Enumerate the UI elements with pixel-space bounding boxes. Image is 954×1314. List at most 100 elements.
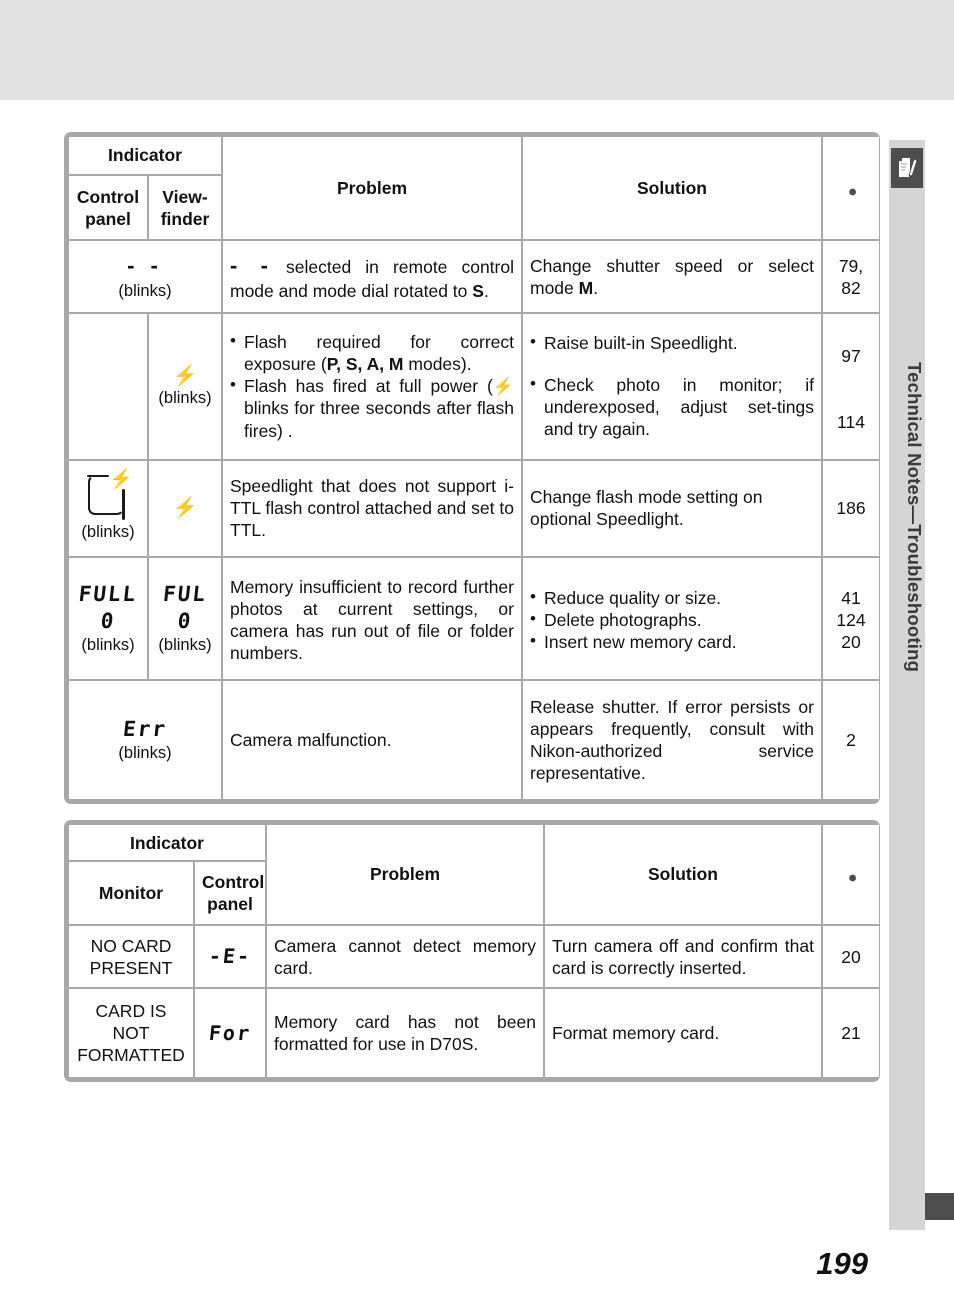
- header-viewfinder-line2: finder: [160, 208, 210, 229]
- row1-problem-lcd: - -: [230, 252, 272, 278]
- table-row: FULL 0 (blinks) FUL 0 (blinks) Memory in…: [69, 557, 879, 680]
- side-tab-bottom-marker: [925, 1193, 954, 1220]
- row2-page-ref-line1: 97: [841, 346, 861, 367]
- header-control-panel-line1: Control: [76, 186, 140, 207]
- row4-control-panel: FULL 0 (blinks): [69, 557, 147, 680]
- row2-problem-b1-post: modes).: [403, 354, 472, 375]
- row2-problem-list: Flash required for correct exposure (P, …: [230, 330, 514, 441]
- top-gray-band: [0, 0, 954, 100]
- header-viewfinder: View- finder: [149, 175, 221, 240]
- eye-reference-icon: [842, 176, 860, 198]
- row4-viewfinder: FUL 0 (blinks): [149, 557, 221, 680]
- list-item: Reduce quality or size.: [530, 586, 814, 609]
- header-indicator: Indicator: [69, 137, 221, 174]
- row4-blinks-note-vf: (blinks): [158, 636, 212, 655]
- t2row1-problem: Camera cannot detect memory card.: [267, 925, 543, 988]
- row5-page-ref: 2: [823, 681, 879, 799]
- table-row: Err (blinks) Camera malfunction. Release…: [69, 681, 879, 799]
- pencil-note-icon: [891, 148, 923, 188]
- row1-solution: Change shutter speed or select mode M.: [523, 241, 821, 313]
- row3-viewfinder: ⚡: [149, 460, 221, 556]
- row2-blinks-note: (blinks): [158, 388, 212, 407]
- indicator-troubleshooting-table-1: Indicator Problem Solution Control panel…: [64, 132, 880, 804]
- list-item: Delete photographs.: [530, 608, 814, 631]
- t2row2-page-ref: 21: [823, 989, 879, 1077]
- row4-blinks-note-cp: (blinks): [81, 636, 135, 655]
- row5-problem: Camera malfunction.: [223, 681, 521, 799]
- row3-solution: Change flash mode setting on optional Sp…: [523, 460, 821, 556]
- header-indicator-2: Indicator: [69, 825, 265, 861]
- row1-solution-end: .: [593, 277, 599, 298]
- flash-bolt-icon: ⚡: [172, 497, 198, 520]
- row3-problem: Speedlight that does not support i-TTL f…: [223, 460, 521, 556]
- table1-grid: Indicator Problem Solution Control panel…: [67, 135, 881, 801]
- t2row1-solution: Turn camera off and confirm that card is…: [545, 925, 821, 988]
- row1-solution-text: Change shutter speed or select mode: [530, 255, 814, 298]
- flash-bolt-icon: ⚡: [492, 377, 514, 397]
- list-item: Flash has fired at full power (⚡ blinks …: [230, 374, 514, 441]
- header-problem: Problem: [223, 137, 521, 240]
- row2-problem-modes: P, S, A, M: [326, 354, 404, 375]
- header-page-ref: [823, 137, 879, 240]
- header-viewfinder-line1: View-: [162, 186, 208, 207]
- header-page-ref-2: [823, 825, 879, 924]
- row1-problem-mode: S: [472, 280, 484, 301]
- list-item: Raise built-in Speedlight.: [530, 331, 814, 354]
- table-row: NO CARD PRESENT -E- Camera cannot detect…: [69, 925, 879, 988]
- row2-problem-b2-post: blinks for three seconds after flash fir…: [244, 398, 514, 441]
- row4-lcd-zero-vf: 0: [176, 608, 194, 633]
- t2row1-monitor-line1: NO CARD: [90, 935, 172, 956]
- row2-problem: Flash required for correct exposure (P, …: [223, 314, 521, 459]
- row4-solution-list: Reduce quality or size. Delete photograp…: [530, 586, 814, 653]
- row1-page-ref: 79, 82: [823, 241, 879, 313]
- header-control-panel: Control panel: [69, 175, 147, 240]
- row4-lcd-zero: 0: [99, 608, 117, 633]
- bracket-flash-icon: ⚡: [84, 470, 133, 521]
- row4-lcd-full: FULL: [77, 582, 139, 607]
- row2-viewfinder: ⚡ (blinks): [149, 314, 221, 459]
- row1-solution-mode: M: [578, 277, 594, 298]
- row1-page-ref-line2: 82: [841, 277, 861, 298]
- header-solution-2: Solution: [545, 825, 821, 924]
- row5-indicator: Err (blinks): [69, 681, 221, 799]
- t2row1-page-ref: 20: [823, 925, 879, 988]
- row2-solution: Raise built-in Speedlight. Check photo i…: [523, 314, 821, 459]
- header-monitor: Monitor: [69, 862, 193, 924]
- flash-bolt-icon: ⚡: [172, 364, 198, 387]
- row1-blinks-note: (blinks): [118, 281, 172, 300]
- row1-page-ref-line1: 79,: [838, 255, 864, 276]
- list-item: Check photo in monitor; if underexposed,…: [530, 373, 814, 440]
- row4-lcd-ful: FUL: [161, 582, 209, 607]
- table-row: ⚡ (blinks) Flash required for correct ex…: [69, 314, 879, 459]
- row2-page-ref-line2: 114: [837, 412, 865, 433]
- table-row: CARD IS NOT FORMATTED For Memory card ha…: [69, 989, 879, 1077]
- t2row2-problem: Memory card has not been formatted for u…: [267, 989, 543, 1077]
- table2-grid: Indicator Problem Solution Monitor Contr…: [67, 823, 881, 1079]
- t2row2-monitor: CARD IS NOT FORMATTED: [69, 989, 193, 1077]
- row1-lcd-dashes: - -: [127, 253, 163, 279]
- header-control-panel-2-line2: panel: [207, 894, 253, 915]
- row2-page-ref: 97 114: [823, 314, 879, 459]
- row4-page-ref-line1: 41: [841, 588, 861, 609]
- t2row2-solution: Format memory card.: [545, 989, 821, 1077]
- row2-problem-b2-pre: Flash has fired at full power (: [244, 376, 493, 397]
- row4-page-ref-line3: 20: [841, 632, 861, 653]
- table2-header-row-1: Indicator Problem Solution: [69, 825, 879, 924]
- header-control-panel-line2: panel: [85, 208, 131, 229]
- table1-header-row-1: Indicator Problem Solution: [69, 137, 879, 240]
- row4-problem: Memory insufficient to record further ph…: [223, 557, 521, 680]
- indicator-troubleshooting-table-2: Indicator Problem Solution Monitor Contr…: [64, 820, 880, 1082]
- t2row2-monitor-line1: CARD IS NOT: [95, 1001, 167, 1044]
- list-item: Insert new memory card.: [530, 630, 814, 653]
- manual-page: Technical Notes—Troubleshooting 199 Indi…: [0, 0, 954, 1314]
- header-control-panel-2: Control panel: [195, 862, 265, 924]
- t2row1-control-panel: -E-: [195, 925, 265, 988]
- header-problem-2: Problem: [267, 825, 543, 924]
- row5-solution: Release shutter. If error persists or ap…: [523, 681, 821, 799]
- header-control-panel-2-line1: Control: [202, 872, 265, 893]
- row4-page-ref-line2: 124: [836, 610, 866, 631]
- chapter-label: Technical Notes—Troubleshooting: [904, 361, 925, 673]
- t2row2-lcd: For: [207, 1020, 253, 1045]
- row5-lcd-err: Err: [121, 717, 169, 742]
- row1-problem: - - selected in remote control mode and …: [223, 241, 521, 313]
